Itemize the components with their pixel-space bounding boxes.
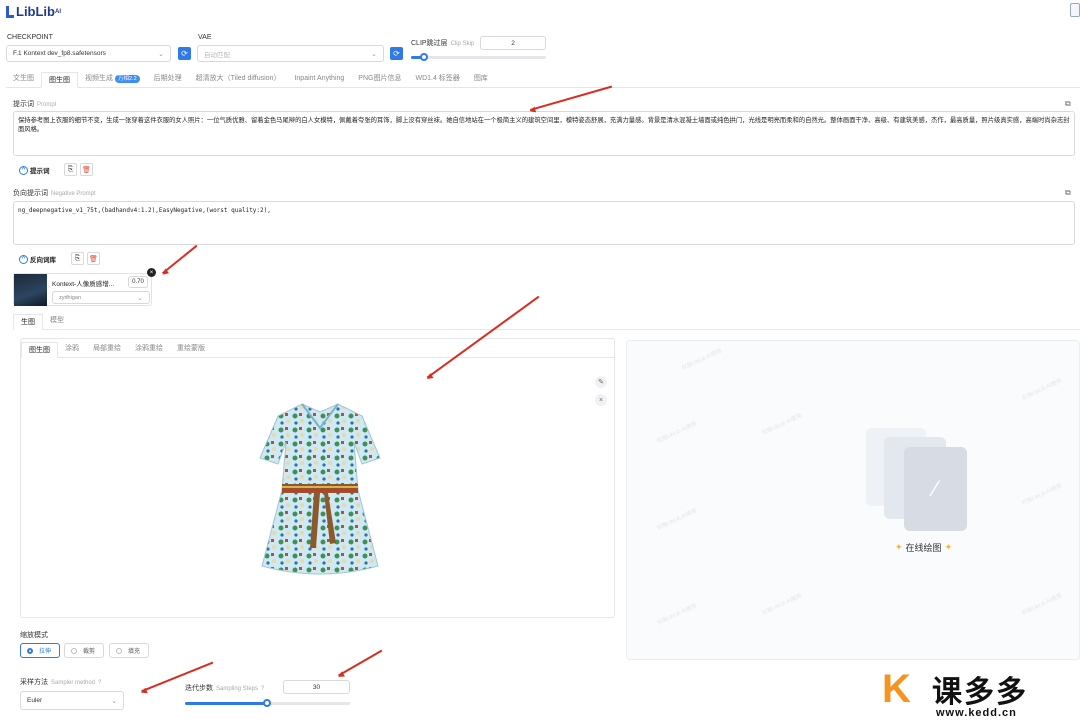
lora-remove-icon[interactable]: × bbox=[147, 268, 156, 277]
clip-label: CLIP跳过层 Clip Skip bbox=[411, 40, 475, 47]
tab-video[interactable]: 视频生成 万相2.2 bbox=[78, 71, 147, 87]
radio-icon bbox=[116, 647, 122, 654]
vae-refresh-button[interactable]: ⟳ bbox=[390, 47, 403, 60]
lora-name: Kontext-人像质感增... bbox=[52, 281, 115, 288]
liblib-logo[interactable]: LibLib AI bbox=[6, 4, 61, 19]
chevron-down-icon: ⌄ bbox=[371, 50, 377, 58]
prompt-clear-button[interactable]: 🗑 bbox=[80, 163, 93, 176]
negative-clear-button[interactable]: 🗑 bbox=[87, 252, 100, 265]
copy-icon: ⎘ bbox=[74, 254, 81, 262]
resize-stretch-radio[interactable]: 拉伸 bbox=[20, 643, 60, 658]
tab-tiled-upscale[interactable]: 超清放大（Tiled diffusion） bbox=[189, 71, 288, 87]
tab-gallery[interactable]: 图库 bbox=[467, 71, 495, 87]
refresh-icon: ⟳ bbox=[393, 49, 400, 58]
uploaded-dress-image[interactable] bbox=[250, 398, 390, 582]
output-panel bbox=[626, 340, 1080, 660]
chevron-down-icon: ⌄ bbox=[111, 697, 117, 705]
vae-label: VAE bbox=[198, 34, 212, 41]
steps-slider[interactable] bbox=[185, 699, 350, 707]
trash-icon: 🗑 bbox=[89, 255, 98, 263]
chevron-up-icon: ^ bbox=[19, 165, 28, 175]
help-icon[interactable]: ? bbox=[261, 686, 264, 692]
negative-library-button[interactable]: ^ 反向词库 bbox=[19, 254, 56, 264]
lora-thumbnail bbox=[14, 274, 47, 306]
resize-crop-radio[interactable]: 裁剪 bbox=[64, 643, 104, 658]
prompt-copy-button[interactable]: ⎘ bbox=[64, 163, 77, 176]
tab-inpaint[interactable]: 局部重绘 bbox=[86, 341, 128, 357]
negative-copy-button[interactable]: ⎘ bbox=[71, 252, 84, 265]
model-tabs: 生图 模型 bbox=[13, 314, 1080, 330]
checkpoint-refresh-button[interactable]: ⟳ bbox=[178, 47, 191, 60]
close-icon[interactable]: × bbox=[595, 394, 607, 406]
brand-logo-icon: K bbox=[882, 667, 911, 711]
top-right-button[interactable] bbox=[1070, 3, 1080, 17]
refresh-icon: ⟳ bbox=[181, 49, 188, 58]
expand-icon[interactable]: ⧉ bbox=[1065, 99, 1071, 109]
copy-icon: ⎘ bbox=[67, 165, 74, 173]
help-icon[interactable]: ? bbox=[98, 680, 101, 686]
expand-icon[interactable]: ⧉ bbox=[1065, 188, 1071, 198]
annotation-arrow bbox=[530, 86, 613, 111]
lora-trigger-select[interactable]: zydhigan ⌄ bbox=[52, 291, 150, 304]
tab-sketch[interactable]: 涂鸦 bbox=[58, 341, 86, 357]
checkpoint-label: CHECKPOINT bbox=[7, 34, 53, 41]
radio-icon bbox=[27, 647, 33, 654]
steps-input[interactable]: 30 bbox=[283, 680, 350, 694]
clip-skip-slider[interactable] bbox=[411, 53, 546, 61]
vae-select[interactable]: 自动匹配 ⌄ bbox=[197, 45, 384, 62]
tab-txt2img[interactable]: 文生图 bbox=[6, 71, 41, 87]
tab-generate[interactable]: 生图 bbox=[13, 314, 43, 330]
resize-fill-radio[interactable]: 填充 bbox=[109, 643, 149, 658]
slider-handle[interactable] bbox=[263, 699, 271, 707]
steps-label: 迭代步数 Sampling Steps? bbox=[185, 685, 265, 692]
chevron-up-icon: ^ bbox=[19, 254, 28, 264]
slider-handle[interactable] bbox=[420, 53, 428, 61]
negative-textarea[interactable]: ng_deepnegative_v1_75t,(badhandv4:1.2),E… bbox=[13, 201, 1075, 245]
online-draw-label: ✦ 在线绘图 ✦ bbox=[895, 542, 953, 553]
main-tabs: 文生图 图生图 视频生成 万相2.2 后期处理 超清放大（Tiled diffus… bbox=[6, 72, 1080, 88]
chevron-down-icon: ⌄ bbox=[137, 294, 143, 302]
sparkle-icon: ✦ bbox=[895, 542, 903, 552]
sparkle-icon: ✦ bbox=[944, 542, 953, 552]
prompt-label: 提示词 Prompt bbox=[13, 101, 57, 108]
edit-icon[interactable]: ✎ bbox=[595, 376, 607, 388]
tab-postprocess[interactable]: 后期处理 bbox=[147, 71, 189, 87]
brand-url: www.kedd.cn bbox=[936, 707, 1017, 719]
checkpoint-select[interactable]: F.1 Kontext dev_fp8.safetensors ⌄ bbox=[6, 45, 171, 62]
annotation-arrow bbox=[162, 245, 198, 275]
logo-mark-icon bbox=[6, 5, 14, 18]
tab-inpaint-sketch[interactable]: 涂鸦重绘 bbox=[128, 341, 170, 357]
tab-wd14-tagger[interactable]: WD1.4 标签器 bbox=[408, 71, 466, 87]
brand-watermark: K 课多多 www.kedd.cn bbox=[880, 665, 1080, 726]
prompt-textarea[interactable]: 保持参考图上衣服的细节不变，生成一张穿着这件衣服的女人照片：一位气质优雅、留着金… bbox=[13, 111, 1075, 156]
brand-name: 课多多 bbox=[932, 676, 1028, 709]
img2img-tabs: 图生图 涂鸦 局部重绘 涂鸦重绘 重绘蒙版 bbox=[21, 342, 614, 358]
magic-wand-icon: ⁄ bbox=[904, 447, 967, 531]
lora-card[interactable]: Kontext-人像质感增... 0.70 zydhigan ⌄ bbox=[13, 273, 152, 306]
new-badge: 万相2.2 bbox=[115, 75, 140, 83]
resize-mode-label: 缩放模式 bbox=[20, 632, 48, 639]
radio-icon bbox=[71, 647, 77, 654]
annotation-arrow bbox=[338, 650, 383, 677]
trash-icon: 🗑 bbox=[82, 166, 91, 174]
tab-inpaint-anything[interactable]: Inpaint Anything bbox=[287, 71, 351, 87]
sampler-select[interactable]: Euler ⌄ bbox=[20, 691, 124, 710]
clip-skip-input[interactable]: 2 bbox=[480, 36, 546, 50]
negative-label: 负向提示词 Negative Prompt bbox=[13, 190, 96, 197]
lora-weight-input[interactable]: 0.70 bbox=[128, 276, 148, 288]
tab-inpaint-mask[interactable]: 重绘蒙版 bbox=[170, 341, 212, 357]
tab-img2img-sub[interactable]: 图生图 bbox=[21, 342, 58, 358]
sampler-label: 采样方法 Sampler method? bbox=[20, 679, 102, 686]
tab-img2img[interactable]: 图生图 bbox=[41, 72, 78, 88]
prompt-library-button[interactable]: ^ 提示词 bbox=[19, 165, 50, 175]
chevron-down-icon: ⌄ bbox=[158, 50, 164, 58]
tab-png-info[interactable]: PNG图片信息 bbox=[351, 71, 408, 87]
tab-model[interactable]: 模型 bbox=[43, 313, 71, 329]
